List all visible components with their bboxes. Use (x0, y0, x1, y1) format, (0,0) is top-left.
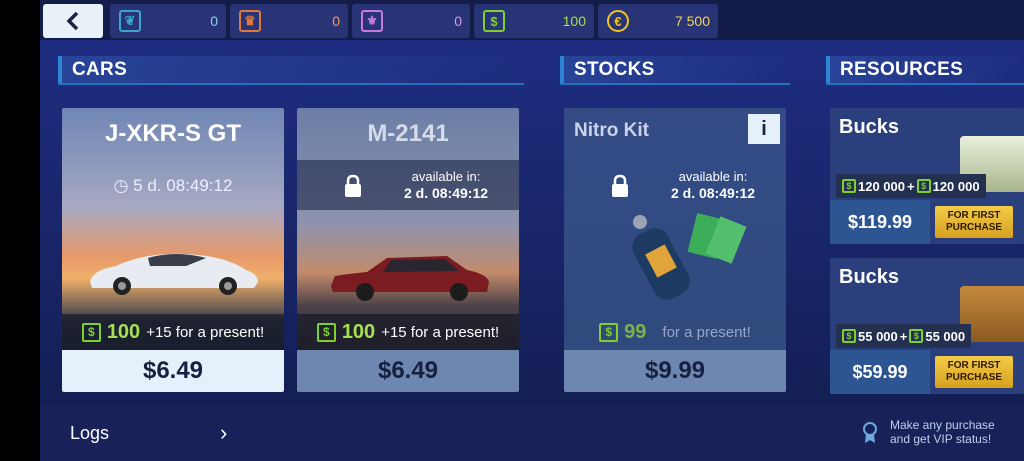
present-promo: $ 100 +15 for a present! (297, 314, 519, 350)
chevron-left-icon (66, 11, 79, 31)
logs-link[interactable]: Logs (70, 423, 109, 444)
bucks-deal: $ 55 000 + $ 55 000 (836, 324, 972, 348)
currency-crowns[interactable]: ♛ 0 (230, 4, 348, 38)
availability-text: available in: 2 d. 08:49:12 (640, 168, 786, 202)
dollar-icon: $ (842, 329, 856, 343)
present-promo: $ 100 +15 for a present! (62, 314, 284, 350)
clock-icon: ◷ (113, 176, 129, 195)
vip-badge-icon (863, 422, 877, 443)
availability-text: available in: 2 d. 08:49:12 (373, 168, 519, 202)
price-button[interactable]: $6.49 (297, 350, 519, 392)
laurel-icon: ❦ (119, 10, 141, 32)
currency-fleur[interactable]: ⚜ 0 (352, 4, 470, 38)
present-text: for a present! (662, 323, 751, 341)
bucks-amount: 100 (341, 320, 376, 343)
lock-banner: available in: 2 d. 08:49:12 (297, 160, 519, 210)
stock-name: Nitro Kit (574, 120, 649, 141)
present-text: +15 for a present! (146, 323, 265, 341)
available-label: available in: (411, 169, 481, 184)
laurels-value: 0 (210, 13, 218, 29)
vip-line-1: Make any purchase (890, 418, 995, 432)
bucks-bonus: 120 000 (932, 178, 980, 194)
resource-card-bucks-medium[interactable]: Bucks $ 55 000 + $ 55 000 $59.99 FOR FIR… (830, 258, 1024, 394)
top-bar: ❦ 0 ♛ 0 ⚜ 0 $ 100 € 7 500 (40, 0, 1024, 40)
fleur-value: 0 (454, 13, 462, 29)
dollar-icon: $ (81, 322, 101, 342)
stock-card-nitro-kit[interactable]: Nitro Kit i available in: 2 d. 08:49:12 … (564, 108, 786, 392)
price-button[interactable]: $59.99 (830, 350, 930, 394)
first-purchase-badge: FOR FIRST PURCHASE (935, 206, 1013, 238)
present-promo: $ 99 for a present! (564, 314, 786, 350)
bucks-amount: 100 (106, 320, 141, 343)
currency-coins[interactable]: € 7 500 (598, 4, 718, 38)
dollar-icon: $ (316, 322, 336, 342)
bucks-value: 100 (562, 13, 586, 29)
coin-icon: € (607, 10, 629, 32)
car-name: J-XKR-S GT (104, 120, 241, 147)
dollar-icon: $ (483, 10, 505, 32)
offer-timer: ◷ 5 d. 08:49:12 (62, 176, 284, 196)
timer-text: 2 d. 08:49:12 (670, 185, 756, 201)
bucks-deal: $ 120 000 + $ 120 000 (836, 174, 986, 198)
currency-laurels[interactable]: ❦ 0 (110, 4, 226, 38)
shop-screen: ❦ 0 ♛ 0 ⚜ 0 $ 100 € 7 500 CARS STOCKS RE… (40, 0, 1024, 461)
chevron-right-icon[interactable]: › (220, 420, 227, 446)
car-image (331, 256, 489, 301)
dollar-icon: $ (842, 179, 856, 193)
timer-text: 5 d. 08:49:12 (133, 176, 233, 195)
dollar-icon: $ (599, 322, 619, 342)
car-card-m2141[interactable]: M-2141 available in: 2 d. 08:49:12 $ 100… (297, 108, 519, 392)
car-image (90, 253, 258, 295)
timer-text: 2 d. 08:49:12 (403, 185, 489, 201)
dollar-icon: $ (909, 329, 924, 343)
vip-line-2: and get VIP status! (890, 432, 992, 446)
crowns-value: 0 (332, 13, 340, 29)
coins-value: 7 500 (674, 13, 710, 29)
bucks-amount: 55 000 (858, 328, 898, 344)
currency-bucks[interactable]: $ 100 (474, 4, 594, 38)
available-label: available in: (678, 169, 748, 184)
resource-name: Bucks (839, 116, 900, 138)
vip-promo-text: Make any purchase and get VIP status! (890, 418, 995, 446)
crown-icon: ♛ (239, 10, 261, 32)
car-card-jxkrs[interactable]: J-XKR-S GT ◷ 5 d. 08:49:12 $ 100 +15 for… (62, 108, 284, 392)
lock-icon (612, 174, 628, 197)
bucks-amount: 99 (624, 320, 647, 343)
lock-icon (345, 174, 361, 197)
back-button[interactable] (43, 4, 103, 38)
nitro-bottle-image (632, 212, 747, 300)
car-name: M-2141 (367, 120, 449, 147)
section-resources-title: RESOURCES (826, 56, 1024, 85)
bucks-bonus: 55 000 (925, 328, 966, 344)
section-cars-title: CARS (58, 56, 524, 85)
price-button[interactable]: $119.99 (830, 200, 930, 244)
bucks-amount: 120 000 (858, 178, 905, 194)
price-button[interactable]: $6.49 (62, 350, 284, 392)
fleur-de-lis-icon: ⚜ (361, 10, 383, 32)
dollar-icon: $ (916, 179, 931, 193)
lock-banner: available in: 2 d. 08:49:12 (564, 160, 786, 210)
section-stocks-title: STOCKS (560, 56, 790, 85)
footer-bar: Logs › Make any purchase and get VIP sta… (40, 404, 1024, 461)
price-button[interactable]: $9.99 (564, 350, 786, 392)
resource-card-bucks-large[interactable]: Bucks $ 120 000 + $ 120 000 $119.99 FOR … (830, 108, 1024, 244)
first-purchase-badge: FOR FIRST PURCHASE (935, 356, 1013, 388)
present-text: +15 for a present! (381, 323, 500, 341)
resource-name: Bucks (839, 266, 900, 288)
info-button[interactable]: i (748, 114, 780, 144)
